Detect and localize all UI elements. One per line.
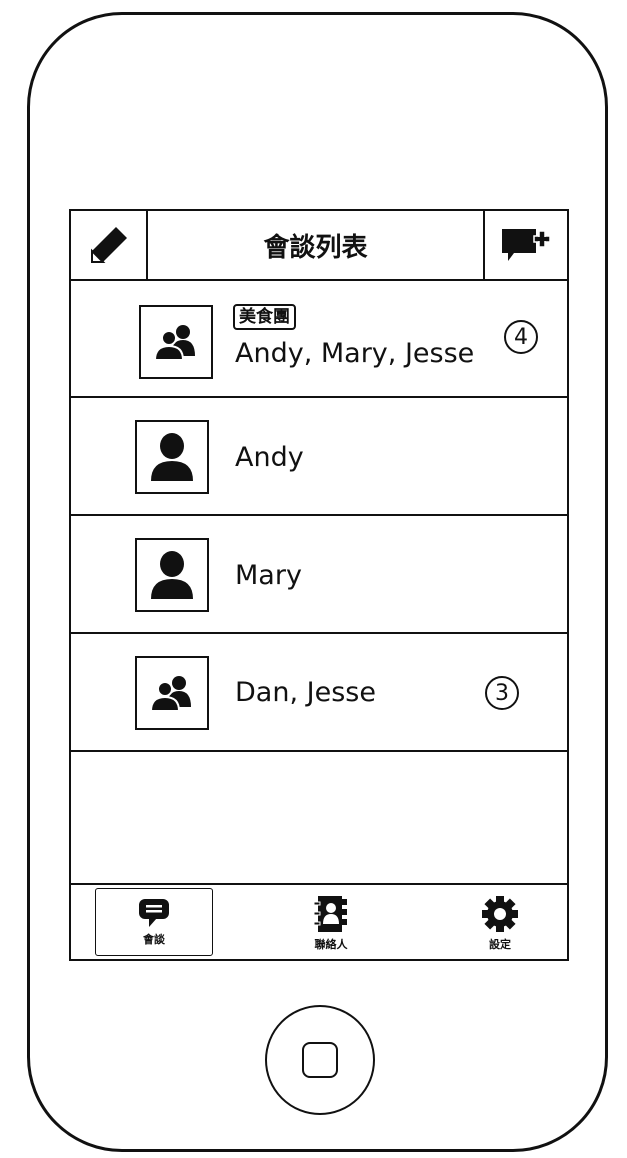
list-item[interactable]: 美食團 Andy, Mary, Jesse 4: [71, 281, 567, 398]
conversation-list: 美食團 Andy, Mary, Jesse 4 Andy Mary Dan, J…: [71, 281, 567, 752]
conversation-name: Mary: [235, 560, 302, 591]
unread-count-badge: 4: [504, 320, 538, 354]
avatar: [135, 420, 209, 494]
gear-icon: [482, 895, 518, 932]
header-bar: 會談列表: [71, 211, 567, 281]
tab-label: 聯絡人: [314, 937, 348, 951]
contacts-book-icon: [313, 895, 347, 932]
page-title: 會談列表: [263, 232, 368, 263]
conversation-name: Andy, Mary, Jesse: [235, 338, 475, 369]
avatar: [135, 656, 209, 730]
group-icon: [153, 325, 195, 361]
list-item[interactable]: Mary: [71, 516, 567, 634]
list-item[interactable]: Andy: [71, 398, 567, 516]
conversation-name: Andy: [235, 442, 304, 473]
list-item[interactable]: Dan, Jesse 3: [71, 634, 567, 752]
person-icon: [151, 433, 193, 481]
unread-count-badge: 3: [485, 676, 519, 710]
tab-bar: 會談 聯絡人 設定: [71, 883, 567, 961]
home-button[interactable]: [265, 1005, 375, 1115]
avatar: [135, 538, 209, 612]
tab-conversations[interactable]: 會談: [95, 888, 213, 956]
group-tag: 美食團: [233, 304, 296, 330]
chat-bubble-icon: [139, 898, 169, 927]
new-chat-icon: [502, 229, 551, 261]
tab-label: 會談: [143, 932, 165, 946]
home-square-icon: [302, 1042, 338, 1078]
tab-contacts[interactable]: 聯絡人: [271, 885, 391, 961]
conversation-name: Dan, Jesse: [235, 677, 376, 708]
tab-label: 設定: [489, 937, 511, 951]
pencil-icon: [90, 227, 127, 263]
app-screen: 會談列表 美食團 Andy, Mary, Jesse 4 Andy Mary D…: [69, 209, 569, 961]
tab-settings[interactable]: 設定: [445, 885, 555, 961]
avatar: [139, 305, 213, 379]
compose-button[interactable]: [71, 211, 148, 279]
new-chat-button[interactable]: [483, 211, 567, 279]
group-icon: [149, 676, 191, 712]
person-icon: [151, 551, 193, 599]
